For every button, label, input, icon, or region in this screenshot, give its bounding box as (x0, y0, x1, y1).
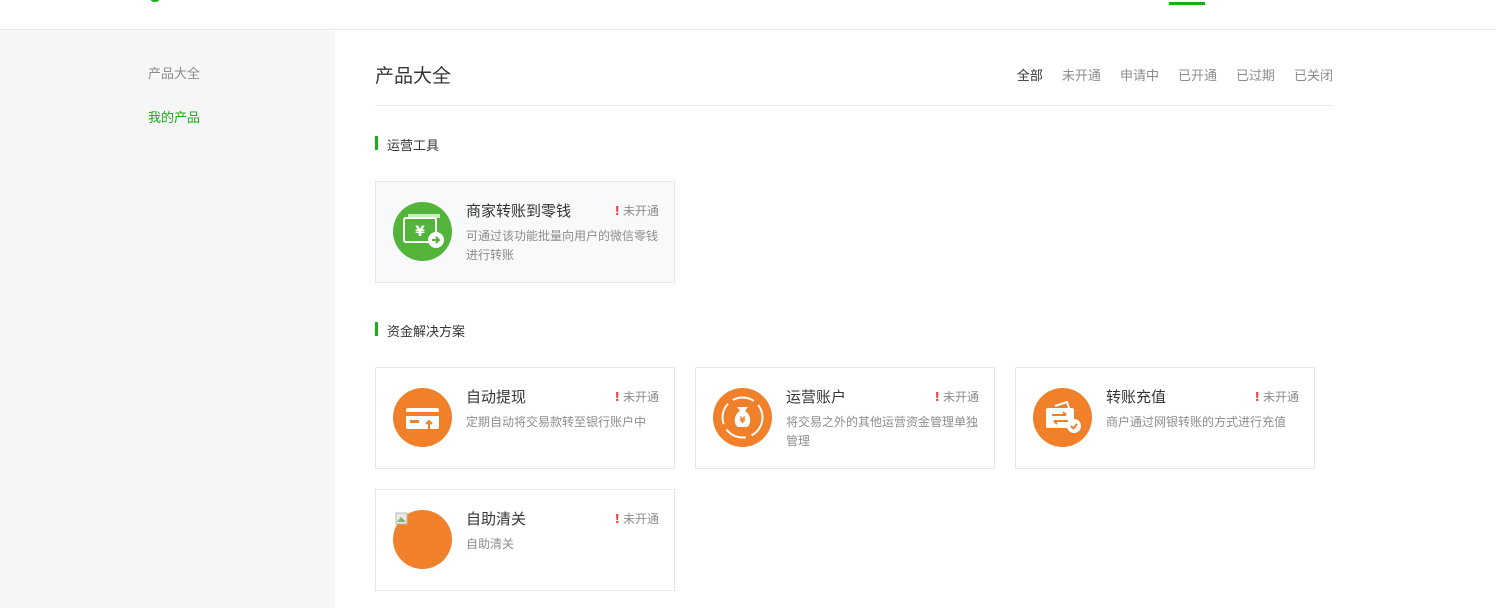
status-badge: ! 未开通 (614, 512, 660, 526)
product-card-self-customs[interactable]: 自助清关 ! 未开通 自助清关 (375, 489, 675, 591)
sidebar-item-my-products[interactable]: 我的产品 (148, 107, 200, 126)
status-badge: ! 未开通 (614, 390, 660, 404)
product-card-merchant-transfer[interactable]: ¥ 商家转账到零钱 ! 未开通 可通过该功能批量向用户的微信零钱进行转账 (375, 181, 675, 283)
filter-tab-closed[interactable]: 已关闭 (1294, 65, 1333, 84)
status-badge: ! 未开通 (934, 390, 980, 404)
product-description: 可通过该功能批量向用户的微信零钱进行转账 (466, 229, 659, 262)
product-card-auto-withdraw[interactable]: 自动提现 ! 未开通 定期自动将交易款转至银行账户中 (375, 367, 675, 469)
svg-text:¥: ¥ (415, 224, 425, 240)
top-bar (0, 0, 1496, 30)
logo[interactable] (149, 0, 161, 2)
money-bag-icon: ¥ (713, 388, 772, 447)
card-withdraw-icon (393, 388, 452, 447)
main-content: 产品大全 全部 未开通 申请中 已开通 已过期 已关闭 运营工具 ¥ 商家转账到… (335, 31, 1496, 608)
product-description: 将交易之外的其他运营资金管理单独管理 (786, 415, 979, 448)
product-card-transfer-recharge[interactable]: 转账充值 ! 未开通 商户通过网银转账的方式进行充值 (1015, 367, 1315, 469)
status-filter-tabs: 全部 未开通 申请中 已开通 已过期 已关闭 (1017, 65, 1333, 84)
product-name: 商家转账到零钱 (466, 202, 572, 220)
filter-tab-applying[interactable]: 申请中 (1120, 65, 1159, 84)
top-nav-active-indicator (1169, 2, 1205, 5)
product-name: 运营账户 (786, 388, 847, 406)
product-name: 自助清关 (466, 510, 527, 528)
product-card-operation-account[interactable]: ¥ 运营账户 ! 未开通 将交易之外的其他运营资金管理单独管理 (695, 367, 995, 469)
status-badge: ! 未开通 (1254, 390, 1300, 404)
transfer-recharge-icon (1033, 388, 1092, 447)
product-description: 商户通过网银转账的方式进行充值 (1106, 415, 1287, 429)
filter-tab-expired[interactable]: 已过期 (1236, 65, 1275, 84)
page-title: 产品大全 (375, 65, 452, 87)
product-description: 自助清关 (466, 537, 515, 551)
svg-text:¥: ¥ (739, 416, 746, 426)
section-title-operation-tools: 运营工具 (375, 135, 439, 154)
sidebar-item-all-products[interactable]: 产品大全 (148, 63, 200, 82)
filter-tab-activated[interactable]: 已开通 (1178, 65, 1217, 84)
sidebar: 产品大全 我的产品 (0, 31, 335, 608)
product-name: 转账充值 (1106, 388, 1167, 406)
broken-image-icon (393, 510, 452, 569)
filter-tab-not-activated[interactable]: 未开通 (1062, 65, 1101, 84)
status-badge: ! 未开通 (614, 204, 660, 218)
section-title-fund-solutions: 资金解决方案 (375, 321, 465, 340)
product-name: 自动提现 (466, 388, 527, 406)
wallet-transfer-icon: ¥ (393, 202, 452, 261)
product-description: 定期自动将交易款转至银行账户中 (466, 415, 647, 429)
filter-tab-all[interactable]: 全部 (1017, 65, 1043, 84)
title-divider (375, 105, 1333, 106)
